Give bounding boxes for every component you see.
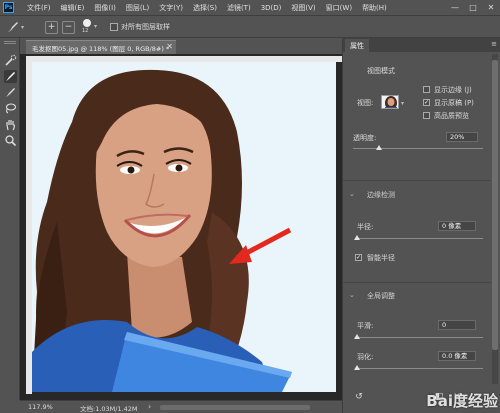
close-window-button[interactable]: ✕: [482, 3, 500, 12]
menu-select[interactable]: 选择(S): [188, 3, 222, 13]
view-mode-title: 视图模式: [367, 67, 395, 75]
document-tab[interactable]: 毛发抠图05.jpg @ 118% (图层 0, RGB/8#) * ✕: [26, 40, 176, 54]
smooth-slider-knob[interactable]: [354, 334, 360, 339]
radius-label: 半径:: [357, 223, 374, 231]
menu-bar: Ps 文件(F) 编辑(E) 图像(I) 图层(L) 文字(Y) 选择(S) 滤…: [0, 0, 500, 15]
document-size-info[interactable]: 文档:1.03M/1.42M: [80, 403, 138, 413]
smart-radius-label: 智能半径: [367, 254, 395, 262]
opacity-label: 透明度:: [353, 134, 377, 142]
section-divider: [343, 282, 491, 283]
menu-help[interactable]: 帮助(H): [357, 3, 392, 13]
high-quality-preview-label: 高品质预览: [434, 112, 469, 120]
brush-tool-icon[interactable]: [6, 20, 20, 34]
view-mode-thumbnail[interactable]: [381, 95, 399, 109]
menu-edit[interactable]: 编辑(E): [56, 3, 90, 13]
brush-size-icon[interactable]: [83, 19, 91, 27]
opacity-slider-track[interactable]: [353, 148, 483, 149]
menu-layer[interactable]: 图层(L): [121, 3, 154, 13]
smooth-slider-track[interactable]: [355, 337, 483, 338]
smooth-field[interactable]: 0: [438, 320, 476, 330]
quick-selection-icon[interactable]: [4, 54, 17, 67]
feather-field[interactable]: 0.0 像素: [438, 351, 476, 361]
maximize-button[interactable]: □: [464, 3, 482, 12]
brush-size-value: 12: [82, 28, 89, 34]
edge-detection-chevron-icon[interactable]: ⌄: [349, 190, 355, 198]
panel-scrollbar-thumb[interactable]: [492, 60, 498, 350]
document-tab-label: 毛发抠图05.jpg @ 118% (图层 0, RGB/8#) *: [32, 45, 170, 53]
minimize-button[interactable]: —: [446, 3, 464, 12]
opacity-field[interactable]: 20%: [446, 132, 478, 142]
reset-icon[interactable]: ↺: [353, 391, 365, 403]
close-document-icon[interactable]: ✕: [166, 42, 173, 51]
feather-slider-track[interactable]: [355, 368, 483, 369]
photoshop-logo: Ps: [3, 2, 14, 13]
baidu-jingyan-watermark: Bai度经验: [426, 392, 498, 410]
tools-panel: [0, 38, 20, 400]
menu-3d[interactable]: 3D(D): [256, 4, 287, 12]
opacity-slider-knob[interactable]: [376, 145, 382, 150]
smooth-label: 平滑:: [357, 322, 374, 330]
menu-image[interactable]: 图像(I): [89, 3, 121, 13]
hand-icon[interactable]: [4, 118, 17, 131]
feather-label: 羽化:: [357, 353, 374, 361]
panel-scrollbar[interactable]: [492, 54, 498, 384]
refine-edge-brush-icon[interactable]: [4, 70, 17, 83]
brush-icon[interactable]: [4, 86, 17, 99]
lasso-icon[interactable]: [4, 102, 17, 115]
brush-size-chevron-icon[interactable]: ▾: [94, 23, 97, 30]
feather-slider-knob[interactable]: [354, 365, 360, 370]
subtract-from-selection-icon[interactable]: −: [62, 21, 75, 34]
portrait-photo: [32, 62, 336, 392]
show-original-label: 显示原稿 (P): [434, 99, 474, 107]
high-quality-preview-checkbox[interactable]: [423, 112, 430, 119]
options-bar: ▾ + − 12 ▾ 对所有图层取样: [0, 15, 500, 38]
status-bar: 117.9% 文档:1.03M/1.42M ›: [20, 400, 342, 413]
edge-detection-title[interactable]: 边缘检测: [367, 190, 395, 200]
sample-all-layers-checkbox[interactable]: [110, 23, 118, 31]
menu-file[interactable]: 文件(F): [22, 3, 56, 13]
properties-panel: 属性 ≡ 视图模式 视图: ▾ 显示边缘 (J) ✓ 显示原稿 (P) 高品质预…: [342, 38, 500, 413]
tab-properties[interactable]: 属性: [345, 39, 369, 52]
radius-field[interactable]: 0 像素: [438, 221, 476, 231]
menu-window[interactable]: 窗口(W): [321, 3, 357, 13]
toolbar-grip[interactable]: [4, 41, 16, 44]
zoom-level[interactable]: 117.9%: [28, 403, 53, 411]
panel-menu-icon[interactable]: ≡: [491, 40, 497, 48]
section-divider: [343, 180, 491, 181]
menu-type[interactable]: 文字(Y): [154, 3, 188, 13]
global-refinements-chevron-icon[interactable]: ⌄: [349, 291, 355, 299]
radius-slider-knob[interactable]: [354, 235, 360, 240]
sample-all-layers-label: 对所有图层取样: [121, 23, 170, 31]
menu-filter[interactable]: 滤镜(T): [222, 3, 256, 13]
add-to-selection-icon[interactable]: +: [45, 21, 58, 34]
radius-slider-track[interactable]: [355, 238, 483, 239]
menu-view[interactable]: 视图(V): [286, 3, 320, 13]
global-refinements-title[interactable]: 全局调整: [367, 291, 395, 301]
panel-tab-bar: 属性 ≡: [343, 38, 500, 52]
canvas-image[interactable]: [32, 62, 336, 392]
smart-radius-checkbox[interactable]: ✓: [355, 254, 362, 261]
view-label: 视图:: [357, 99, 374, 107]
show-original-checkbox[interactable]: ✓: [423, 99, 430, 106]
view-mode-chevron-icon[interactable]: ▾: [401, 100, 404, 107]
horizontal-scrollbar[interactable]: [160, 405, 310, 410]
show-edge-checkbox[interactable]: [423, 86, 430, 93]
tool-preset-chevron-icon[interactable]: ▾: [21, 24, 24, 31]
status-menu-arrow-icon[interactable]: ›: [148, 402, 151, 411]
zoom-icon[interactable]: [4, 134, 17, 147]
show-edge-label: 显示边缘 (J): [434, 86, 472, 94]
